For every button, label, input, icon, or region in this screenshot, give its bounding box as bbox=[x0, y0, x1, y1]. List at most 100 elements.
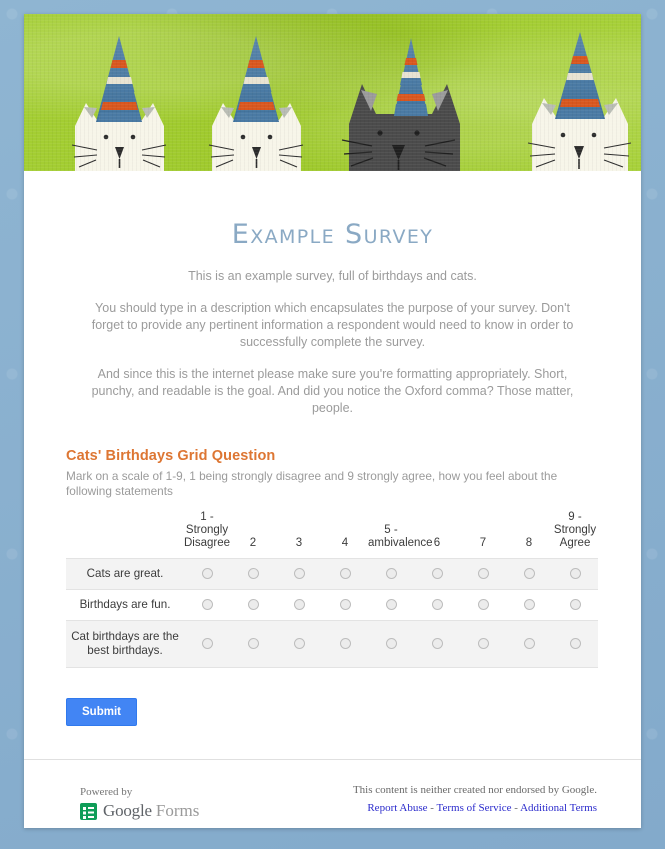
grid-cell-r1c5[interactable] bbox=[368, 558, 414, 590]
grid-cell-r1c2[interactable] bbox=[230, 558, 276, 590]
grid-cell-r1c4[interactable] bbox=[322, 558, 368, 590]
grid-col-header-2: 2 bbox=[249, 537, 257, 549]
submit-row: Submit bbox=[66, 698, 599, 726]
grid-cell-r1c6[interactable] bbox=[414, 558, 460, 590]
radio-button[interactable] bbox=[431, 638, 443, 650]
grid-col-header-3: 3 bbox=[295, 537, 303, 549]
radio-button[interactable] bbox=[201, 568, 213, 580]
gray-cat bbox=[341, 38, 460, 171]
google-form-card: Example Survey This is an example survey… bbox=[24, 14, 641, 828]
grid-cell-r2c7[interactable] bbox=[460, 589, 506, 621]
radio-button[interactable] bbox=[477, 638, 489, 650]
link-separator-2: - bbox=[511, 802, 521, 814]
form-description-line-3: And since this is the internet please ma… bbox=[91, 367, 574, 415]
white-cat-3 bbox=[527, 32, 632, 171]
grid-cell-r3c6[interactable] bbox=[414, 620, 460, 668]
radio-button[interactable] bbox=[293, 599, 305, 611]
party-cats-illustration bbox=[71, 32, 632, 171]
grid-cell-r3c4[interactable] bbox=[322, 620, 368, 668]
grid-cell-r2c3[interactable] bbox=[276, 589, 322, 621]
legal-links: Report Abuse - Terms of Service - Additi… bbox=[353, 802, 597, 814]
radio-button[interactable] bbox=[201, 638, 213, 650]
grid-row-label-1: Cats are great. bbox=[66, 558, 184, 590]
grid-cell-r1c3[interactable] bbox=[276, 558, 322, 590]
grid-col-header-5: 5 - ambivalence bbox=[368, 524, 433, 549]
radio-button[interactable] bbox=[247, 568, 259, 580]
radio-button[interactable] bbox=[201, 599, 213, 611]
radio-button[interactable] bbox=[569, 568, 581, 580]
table-row: Cat birthdays are the best birthdays. bbox=[66, 620, 598, 668]
submit-button[interactable]: Submit bbox=[66, 698, 137, 726]
radio-button[interactable] bbox=[293, 568, 305, 580]
google-forms-icon bbox=[80, 802, 97, 820]
likert-grid-table: 1 - Strongly Disagree 2 3 4 5 - ambivale… bbox=[66, 511, 598, 668]
question-help-text: Mark on a scale of 1-9, 1 being strongly… bbox=[66, 469, 558, 498]
grid-cell-r1c7[interactable] bbox=[460, 558, 506, 590]
grid-cell-r3c7[interactable] bbox=[460, 620, 506, 668]
grid-col-header-6: 6 bbox=[433, 537, 441, 549]
form-footer: Powered by Google Forms This content is … bbox=[66, 760, 599, 828]
grid-cell-r3c5[interactable] bbox=[368, 620, 414, 668]
additional-terms-link[interactable]: Additional Terms bbox=[520, 802, 597, 814]
grid-cell-r2c2[interactable] bbox=[230, 589, 276, 621]
radio-button[interactable] bbox=[523, 568, 535, 580]
grid-cell-r2c1[interactable] bbox=[184, 589, 230, 621]
white-cat-1 bbox=[71, 36, 167, 171]
radio-button[interactable] bbox=[477, 568, 489, 580]
footer-legal-block: This content is neither created nor endo… bbox=[353, 784, 597, 814]
radio-button[interactable] bbox=[339, 568, 351, 580]
form-description-line-1: This is an example survey, full of birth… bbox=[188, 269, 477, 283]
white-cat-2 bbox=[208, 36, 304, 171]
grid-cell-r1c9[interactable] bbox=[552, 558, 598, 590]
grid-col-header-1: 1 - Strongly Disagree bbox=[184, 511, 231, 549]
radio-button[interactable] bbox=[247, 599, 259, 611]
grid-question: Cats' Birthdays Grid Question Mark on a … bbox=[66, 448, 599, 668]
grid-cell-r3c9[interactable] bbox=[552, 620, 598, 668]
grid-cell-r2c4[interactable] bbox=[322, 589, 368, 621]
grid-cell-r3c1[interactable] bbox=[184, 620, 230, 668]
grid-row-label-2: Birthdays are fun. bbox=[66, 589, 184, 621]
radio-button[interactable] bbox=[385, 638, 397, 650]
brand-forms-text: Forms bbox=[155, 801, 200, 820]
terms-of-service-link[interactable]: Terms of Service bbox=[437, 802, 512, 814]
grid-cell-r1c8[interactable] bbox=[506, 558, 552, 590]
radio-button[interactable] bbox=[569, 599, 581, 611]
radio-button[interactable] bbox=[431, 599, 443, 611]
form-content: Example Survey This is an example survey… bbox=[24, 219, 641, 828]
radio-button[interactable] bbox=[339, 638, 351, 650]
report-abuse-link[interactable]: Report Abuse bbox=[367, 802, 427, 814]
grid-header-blank bbox=[66, 511, 184, 559]
form-description-line-2: You should type in a description which e… bbox=[91, 301, 574, 349]
question-title: Cats' Birthdays Grid Question bbox=[66, 448, 276, 464]
grid-cell-r2c6[interactable] bbox=[414, 589, 460, 621]
grid-cell-r2c5[interactable] bbox=[368, 589, 414, 621]
grid-cell-r3c2[interactable] bbox=[230, 620, 276, 668]
radio-button[interactable] bbox=[293, 638, 305, 650]
form-header-banner bbox=[24, 14, 641, 171]
grid-col-header-8: 8 bbox=[525, 537, 533, 549]
radio-button[interactable] bbox=[569, 638, 581, 650]
radio-button[interactable] bbox=[477, 599, 489, 611]
grid-row-label-3: Cat birthdays are the best birthdays. bbox=[66, 620, 184, 668]
radio-button[interactable] bbox=[431, 568, 443, 580]
grid-cell-r3c8[interactable] bbox=[506, 620, 552, 668]
radio-button[interactable] bbox=[247, 638, 259, 650]
grid-cell-r2c8[interactable] bbox=[506, 589, 552, 621]
google-disclaimer: This content is neither created nor endo… bbox=[352, 784, 597, 796]
link-separator-1: - bbox=[427, 802, 437, 814]
grid-col-header-4: 4 bbox=[341, 537, 349, 549]
grid-cell-r1c1[interactable] bbox=[184, 558, 230, 590]
grid-cell-r3c3[interactable] bbox=[276, 620, 322, 668]
grid-col-header-9: 9 - Strongly Agree bbox=[553, 511, 597, 549]
radio-button[interactable] bbox=[339, 599, 351, 611]
radio-button[interactable] bbox=[385, 568, 397, 580]
radio-button[interactable] bbox=[523, 638, 535, 650]
table-row: Cats are great. bbox=[66, 558, 598, 590]
radio-button[interactable] bbox=[385, 599, 397, 611]
page-title: Example Survey bbox=[231, 219, 434, 250]
table-row: Birthdays are fun. bbox=[66, 589, 598, 621]
grid-cell-r2c9[interactable] bbox=[552, 589, 598, 621]
brand-google-text: Google bbox=[103, 801, 152, 820]
radio-button[interactable] bbox=[523, 599, 535, 611]
grid-col-header-7: 7 bbox=[479, 537, 487, 549]
